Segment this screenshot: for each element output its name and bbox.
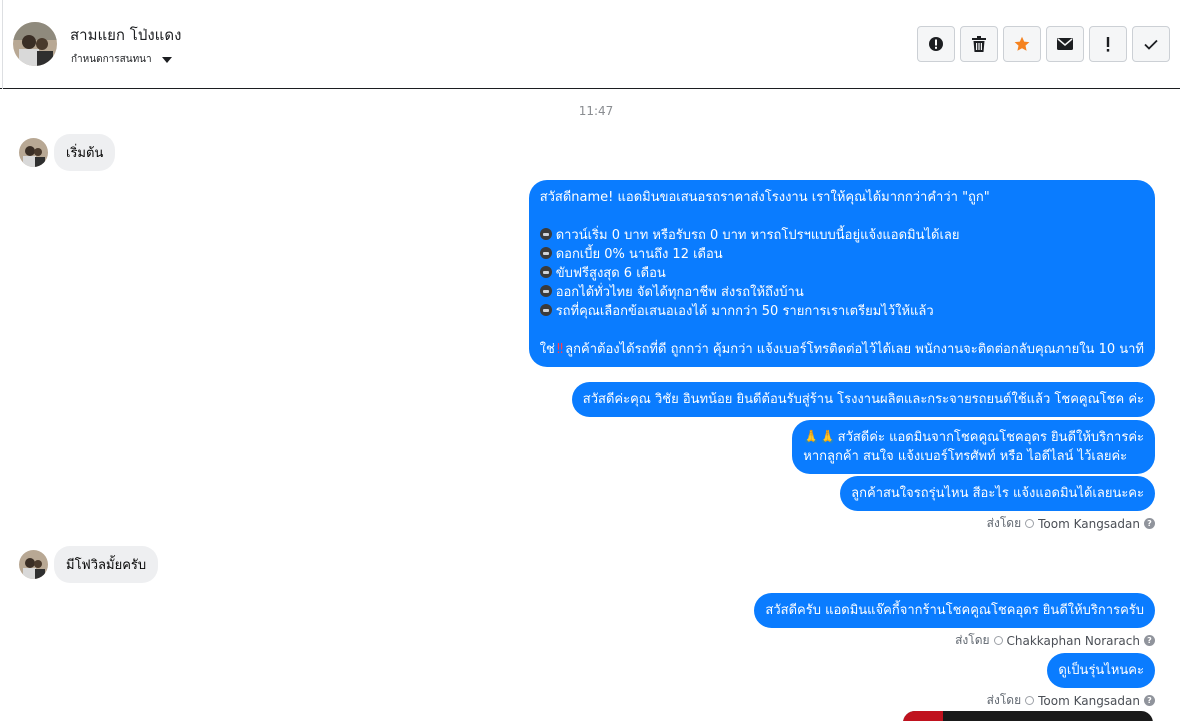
car-emoji-icon [539,228,552,240]
message-bullet: ดอกเบี้ย 0% นานถึง 12 เดือน [539,245,1144,264]
heart-emoji-icon: ‼ [556,342,564,357]
agent-name[interactable]: Chakkaphan Norarach [1007,634,1140,648]
message-bullet: ออกได้ทั่วไทย จัดได้ทุกอาชีพ ส่งรถให้ถึง… [539,283,1144,302]
outgoing-message[interactable]: สวัสดีname! แอดมินขอเสนอรถราคาส่งโรงงาน … [528,180,1155,367]
message-bullet: ดาวน์เริ่ม 0 บาท หรือรับรถ 0 บาท หารถโปร… [539,226,1144,245]
message-line: ดูเป็นรุ่นไหนคะ [1058,663,1144,678]
closing-prefix: ใช่ [539,342,555,357]
message-timestamp: 11:47 [578,104,614,118]
message-line: ลูกค้าสนใจรถรุ่นไหน สีอะไร แจ้งแอดมินได้… [851,486,1144,501]
sent-by-text: ส่งโดย [955,633,990,647]
message-text: สวัสดีค่ะ แอดมินจากโชคคูณโชคอุดร ยินดีให… [837,430,1144,445]
contact-name[interactable]: สามแยก โป่งแดง [70,23,181,47]
outgoing-message[interactable]: 🙏🙏 สวัสดีค่ะ แอดมินจากโชคคูณโชคอุดร ยินดี… [792,420,1155,474]
bullet-text: ดาวน์เริ่ม 0 บาท หรือรับรถ 0 บาท หารถโปร… [555,228,960,243]
agent-name[interactable]: Toom Kangsadan [1038,517,1140,531]
outgoing-message[interactable]: สวัสดีครับ แอดมินแจ๊คกี้จากร้านโชคคูณโชค… [754,593,1155,628]
agent-status-icon [1025,519,1035,528]
car-emoji-icon [539,304,552,316]
outgoing-message[interactable]: สวัสดีค่ะคุณ วิชัย อินทน้อย ยินดีต้อนรับ… [571,382,1155,417]
conversation-header: สามแยก โป่งแดง กำหนดการสนทนา [0,0,1180,89]
contact-avatar[interactable] [13,22,57,66]
sender-avatar[interactable] [19,138,48,167]
sent-by-text: ส่งโดย [986,693,1022,707]
mark-done-button[interactable] [1132,26,1170,62]
exclamation-circle-icon [929,37,943,51]
bullet-text: ขับฟรีสูงสุด 6 เดือน [555,266,666,281]
help-icon[interactable]: ? [1144,635,1155,646]
message-closing: ใช่ ‼ ลูกค้าต้องได้รถที่ดี ถูกกว่า คุ้มกว่… [540,340,1144,359]
car-emoji-icon [539,247,552,259]
mark-important-button[interactable] [1089,26,1127,62]
sent-by-label: ส่งโดย Toom Kangsadan ? [987,514,1155,533]
sent-by-label: ส่งโดย Chakkaphan Norarach ? [955,631,1155,650]
checkmark-icon [1144,39,1158,50]
mark-unread-button[interactable] [1046,26,1084,62]
divider [2,0,3,89]
bullet-text: รถที่คุณเลือกข้อเสนอเองได้ มากกว่า 50 รา… [555,304,934,319]
sent-by-text: ส่งโดย [986,516,1022,530]
image-attachment[interactable] [903,711,1153,721]
assign-label: กำหนดการสนทนา [71,54,152,65]
agent-name[interactable]: Toom Kangsadan [1038,694,1140,708]
image-content [903,711,943,721]
message-bullet: รถที่คุณเลือกข้อเสนอเองได้ มากกว่า 50 รา… [539,302,1144,321]
trash-icon [972,36,986,52]
exclamation-icon [1106,36,1110,52]
sent-by-label: ส่งโดย Toom Kangsadan ? [987,691,1155,710]
outgoing-message[interactable]: ดูเป็นรุ่นไหนคะ [1047,653,1155,688]
assign-conversation-dropdown[interactable]: กำหนดการสนทนา [71,52,172,67]
incoming-message[interactable]: เริ่มต้น [54,134,116,171]
star-icon [1014,36,1030,51]
incoming-message[interactable]: มีโฟวิลมั้ยครับ [54,546,159,583]
message-line: สวัสดีค่ะคุณ วิชัย อินทน้อย ยินดีต้อนรับ… [582,392,1144,407]
pray-emoji-icon: 🙏🙏 [803,430,836,445]
bullet-text: ดอกเบี้ย 0% นานถึง 12 เดือน [555,247,723,262]
agent-status-icon [993,636,1003,645]
star-button[interactable] [1003,26,1041,62]
bullet-text: ออกได้ทั่วไทย จัดได้ทุกอาชีพ ส่งรถให้ถึง… [555,285,804,300]
message-line: 🙏🙏 สวัสดีค่ะ แอดมินจากโชคคูณโชคอุดร ยินดี… [803,428,1144,447]
conversation-toolbar [917,26,1170,62]
delete-button[interactable] [960,26,998,62]
help-icon[interactable]: ? [1144,695,1155,706]
message-line: หากลูกค้า สนใจ แจ้งเบอร์โทรศัพท์ หรือ ไอ… [803,449,1128,464]
message-line: สวัสดีname! แอดมินขอเสนอรถราคาส่งโรงงาน … [539,190,990,205]
agent-status-icon [1025,696,1035,705]
caret-down-icon [161,56,172,63]
car-emoji-icon [539,266,552,278]
sender-avatar[interactable] [19,550,48,579]
message-line: สวัสดีครับ แอดมินแจ๊คกี้จากร้านโชคคูณโชค… [765,603,1144,618]
help-icon[interactable]: ? [1144,518,1155,529]
outgoing-message[interactable]: ลูกค้าสนใจรถรุ่นไหน สีอะไร แจ้งแอดมินได้… [840,476,1155,511]
car-emoji-icon [539,285,552,297]
closing-text: ลูกค้าต้องได้รถที่ดี ถูกกว่า คุ้มกว่า แจ… [565,342,1144,357]
envelope-icon [1057,38,1073,50]
report-button[interactable] [917,26,955,62]
message-bullet: ขับฟรีสูงสุด 6 เดือน [539,264,1144,283]
